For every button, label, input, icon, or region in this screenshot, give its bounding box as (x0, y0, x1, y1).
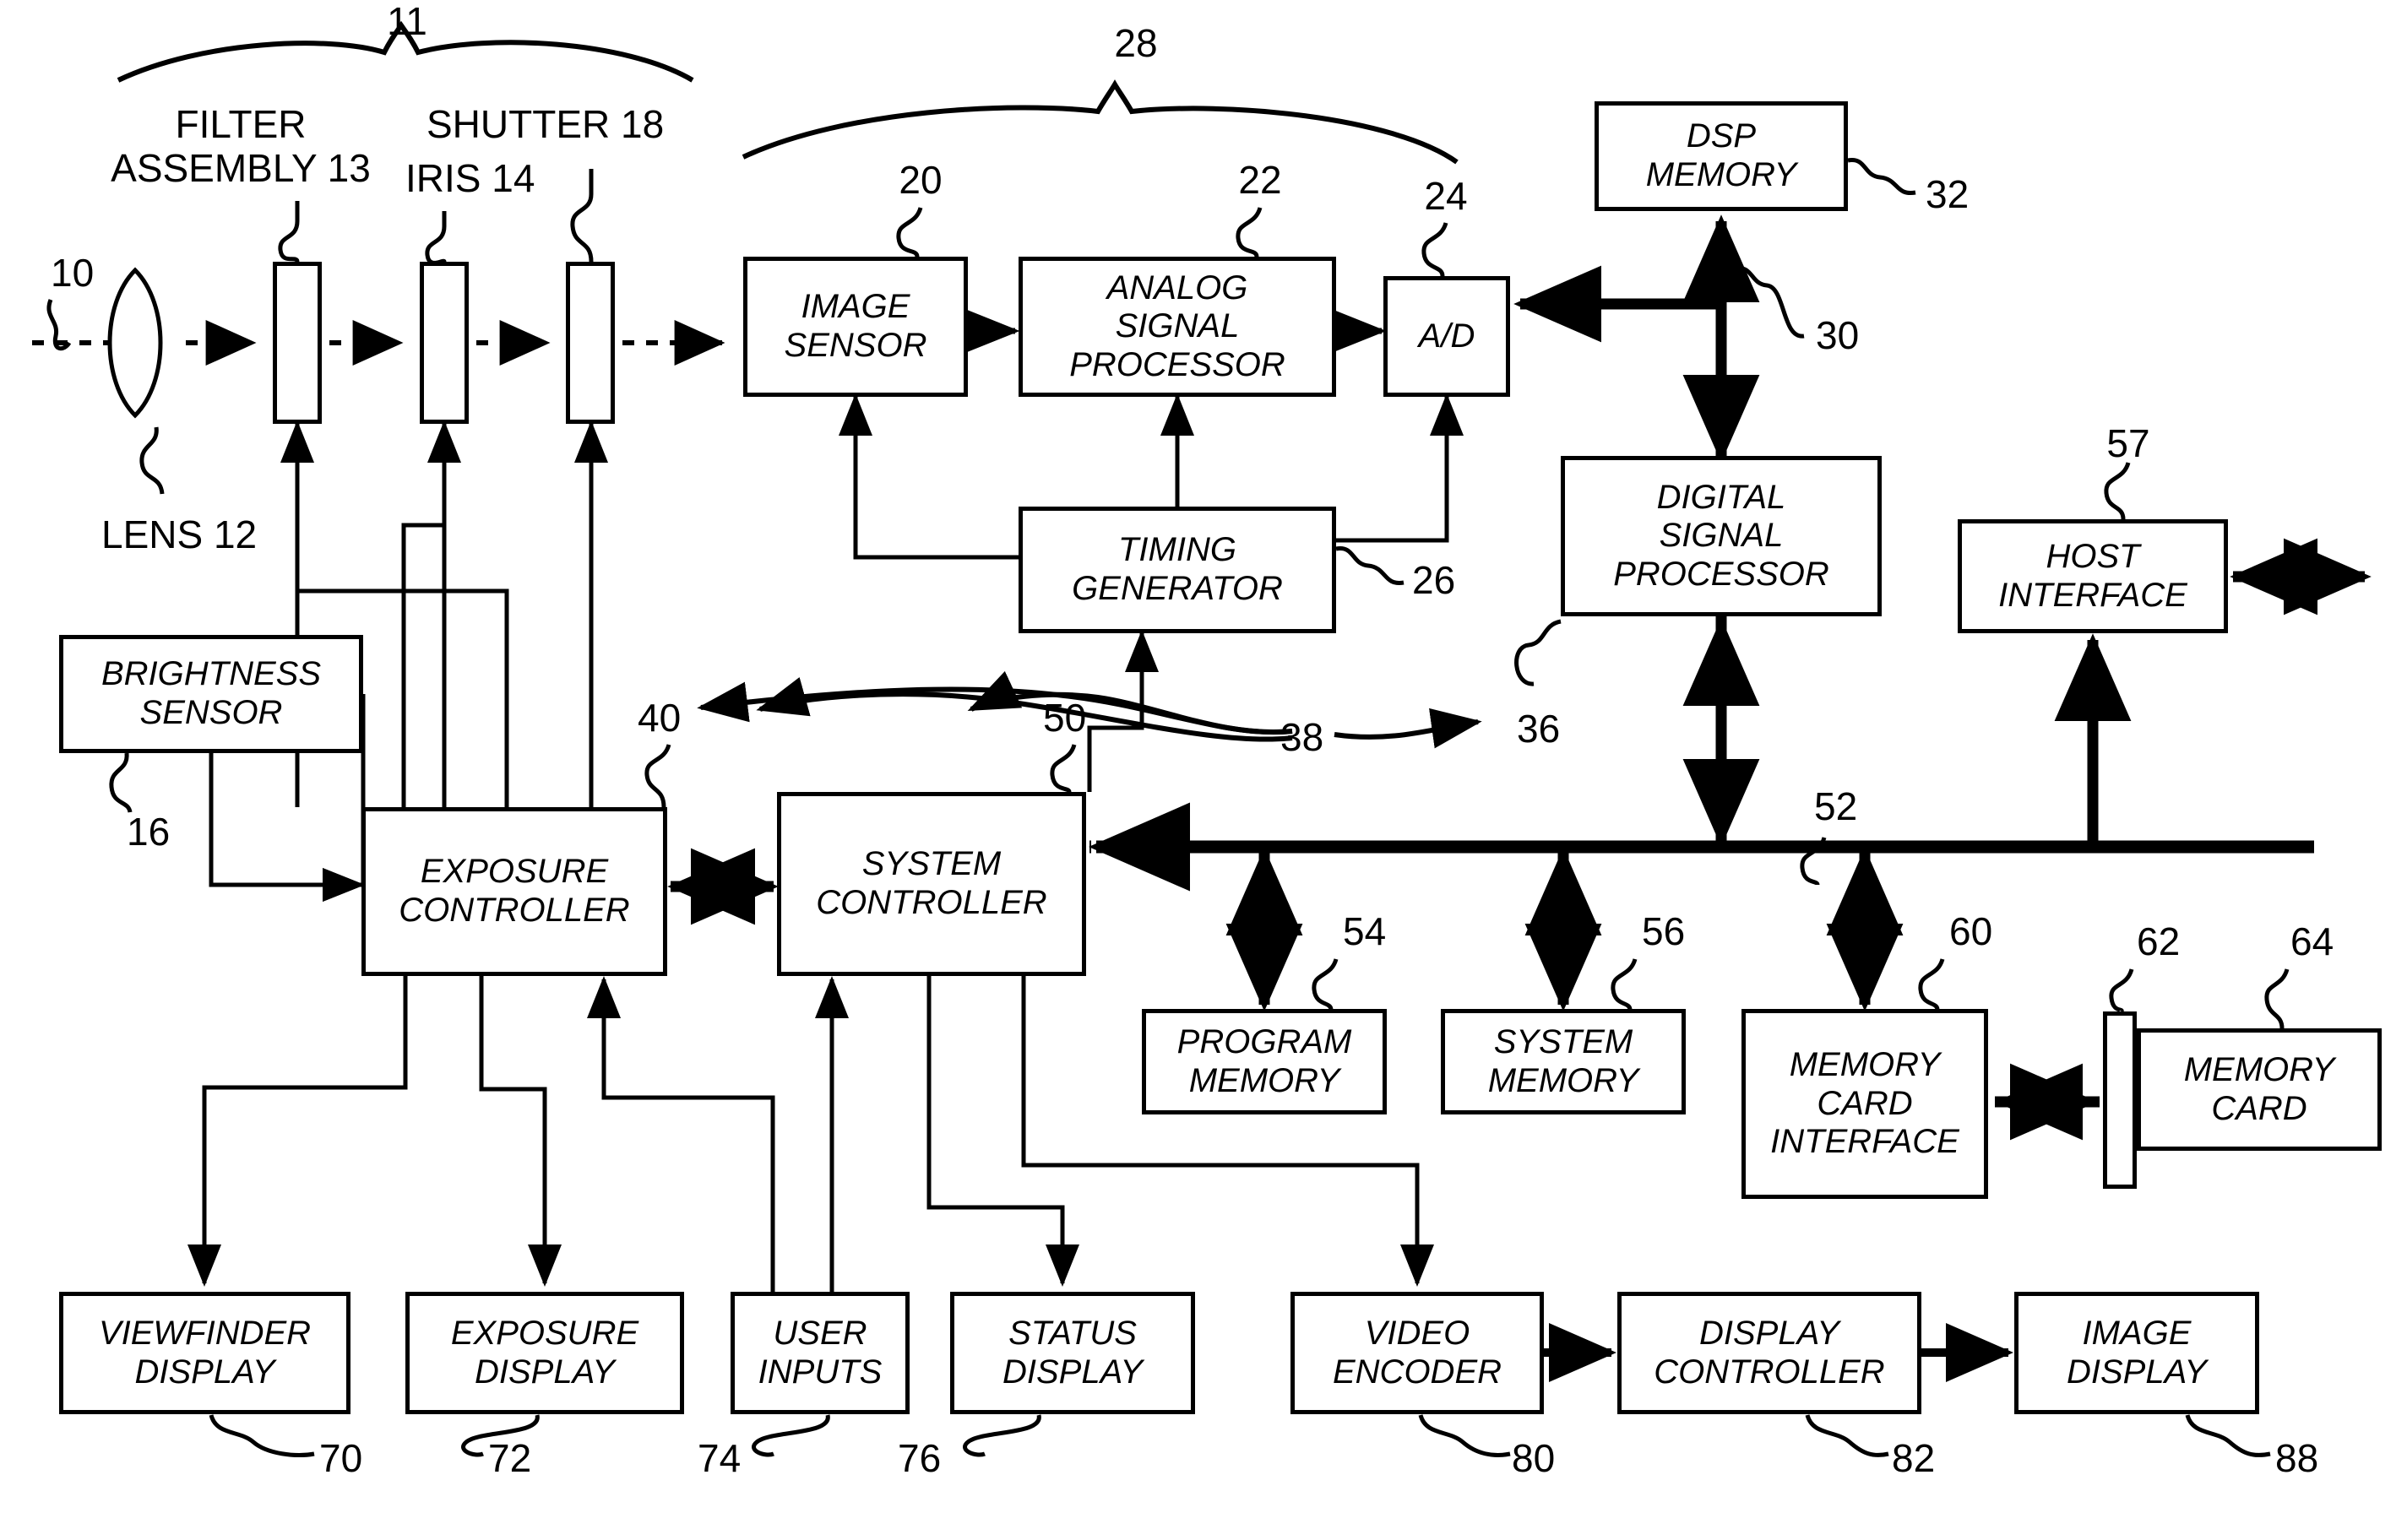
block-ad-converter[interactable]: A/D (1383, 276, 1510, 397)
block-label: IMAGE DISPLAY (2067, 1314, 2207, 1391)
block-brightness-sensor[interactable]: BRIGHTNESS SENSOR (59, 635, 363, 753)
brace-28 (742, 79, 1459, 165)
block-program-memory[interactable]: PROGRAM MEMORY (1142, 1009, 1387, 1114)
annotation-ref-38: 38 (1280, 715, 1324, 759)
block-memory-card-slot[interactable] (2103, 1011, 2137, 1189)
block-timing-generator[interactable]: TIMING GENERATOR (1019, 507, 1336, 633)
optical-path (32, 267, 725, 419)
block-label: A/D (1418, 317, 1475, 355)
block-label: VIEWFINDER DISPLAY (98, 1314, 312, 1391)
figure-canvas: IMAGE SENSOR ANALOG SIGNAL PROCESSOR A/D DS… (0, 0, 2407, 1540)
block-label: BRIGHTNESS SENSOR (101, 655, 322, 731)
annotation-ref-56: 56 (1642, 909, 1686, 953)
annotation-ref-62: 62 (2137, 919, 2181, 963)
block-label: MEMORY CARD (2183, 1050, 2335, 1127)
annotation-ref-57: 57 (2106, 421, 2150, 465)
bus-to-host (2054, 633, 2314, 853)
block-display-controller[interactable]: DISPLAY CONTROLLER (1617, 1292, 1921, 1414)
block-label: STATUS DISPLAY (1002, 1314, 1143, 1391)
block-host-interface[interactable]: HOST INTERFACE (1958, 519, 2228, 633)
block-memory-card-interface[interactable]: MEMORY CARD INTERFACE (1741, 1009, 1988, 1199)
annotation-ref-82: 82 (1892, 1436, 1936, 1480)
block-video-encoder[interactable]: VIDEO ENCODER (1290, 1292, 1544, 1414)
block-exposure-controller[interactable]: EXPOSURE CONTROLLER (361, 807, 667, 976)
block-analog-signal-processor[interactable]: ANALOG SIGNAL PROCESSOR (1019, 257, 1336, 397)
annotation-ref-32: 32 (1926, 172, 1970, 216)
block-label: IMAGE SENSOR (784, 288, 927, 364)
block-image-display[interactable]: IMAGE DISPLAY (2014, 1292, 2259, 1414)
block-image-sensor[interactable]: IMAGE SENSOR (743, 257, 968, 397)
annotation-iris-14: IRIS 14 (405, 156, 535, 200)
block-label: EXPOSURE CONTROLLER (399, 853, 630, 929)
annotation-ref-24: 24 (1424, 174, 1468, 218)
block-label: SYSTEM CONTROLLER (816, 845, 1047, 921)
block-label: EXPOSURE DISPLAY (450, 1314, 639, 1391)
annotation-ref-30: 30 (1816, 313, 1860, 357)
block-label: PROGRAM MEMORY (1176, 1022, 1352, 1099)
annotation-ref-40: 40 (638, 696, 682, 740)
annotation-shutter-18: SHUTTER 18 (427, 102, 665, 146)
block-label: DISPLAY CONTROLLER (1654, 1314, 1885, 1391)
block-memory-card[interactable]: MEMORY CARD (2137, 1028, 2382, 1151)
annotation-filter-assembly-13: FILTER ASSEMBLY 13 (111, 102, 371, 190)
block-system-memory[interactable]: SYSTEM MEMORY (1441, 1009, 1686, 1114)
annotation-ref-70: 70 (319, 1436, 363, 1480)
block-label: VIDEO ENCODER (1332, 1314, 1502, 1391)
annotation-ref-60: 60 (1949, 909, 1993, 953)
block-system-controller[interactable]: SYSTEM CONTROLLER (777, 792, 1086, 976)
block-label: DIGITAL SIGNAL PROCESSOR (1613, 478, 1829, 593)
userinputs-to-exposure (587, 975, 775, 1292)
block-status-display[interactable]: STATUS DISPLAY (950, 1292, 1195, 1414)
dsp-memory-bus (1513, 214, 1760, 456)
system-to-status (926, 976, 1079, 1288)
block-label: ANALOG SIGNAL PROCESSOR (1069, 268, 1285, 383)
block-label: HOST INTERFACE (1998, 537, 2187, 614)
annotation-ref-28: 28 (1114, 21, 1158, 65)
block-exposure-display[interactable]: EXPOSURE DISPLAY (405, 1292, 684, 1414)
block-dsp-memory[interactable]: DSP MEMORY (1595, 101, 1848, 211)
annotation-ref-54: 54 (1343, 909, 1387, 953)
block-viewfinder-display[interactable]: VIEWFINDER DISPLAY (59, 1292, 350, 1414)
annotation-ref-88: 88 (2275, 1436, 2319, 1480)
block-label: MEMORY CARD INTERFACE (1770, 1046, 1959, 1161)
annotation-ref-50: 50 (1043, 696, 1087, 740)
block-user-inputs[interactable]: USER INPUTS (731, 1292, 910, 1414)
annotation-ref-80: 80 (1512, 1436, 1556, 1480)
annotation-ref-20: 20 (899, 158, 943, 202)
annotation-lens-12: LENS 12 (101, 512, 258, 556)
block-digital-signal-processor[interactable]: DIGITAL SIGNAL PROCESSOR (1561, 456, 1882, 616)
block-label: TIMING GENERATOR (1072, 531, 1283, 607)
block-label: DSP MEMORY (1645, 117, 1797, 193)
annotation-ref-22: 22 (1238, 158, 1282, 202)
annotation-ref-11: 11 (387, 0, 427, 43)
block-iris[interactable] (420, 262, 469, 424)
block-filter-assembly[interactable] (273, 262, 322, 424)
annotation-ref-72: 72 (488, 1436, 532, 1480)
annotation-ref-10: 10 (51, 251, 95, 295)
block-label: SYSTEM MEMORY (1487, 1022, 1639, 1099)
annotation-ref-74: 74 (698, 1436, 742, 1480)
annotation-ref-52: 52 (1814, 784, 1858, 828)
annotation-ref-16: 16 (127, 810, 171, 854)
annotation-ref-76: 76 (898, 1436, 942, 1480)
annotation-ref-36: 36 (1517, 707, 1561, 751)
block-shutter[interactable] (566, 262, 615, 424)
annotation-ref-64: 64 (2290, 919, 2334, 963)
block-label: USER INPUTS (758, 1314, 883, 1391)
annotation-ref-26: 26 (1412, 558, 1456, 602)
exposure-outputs (187, 976, 562, 1288)
